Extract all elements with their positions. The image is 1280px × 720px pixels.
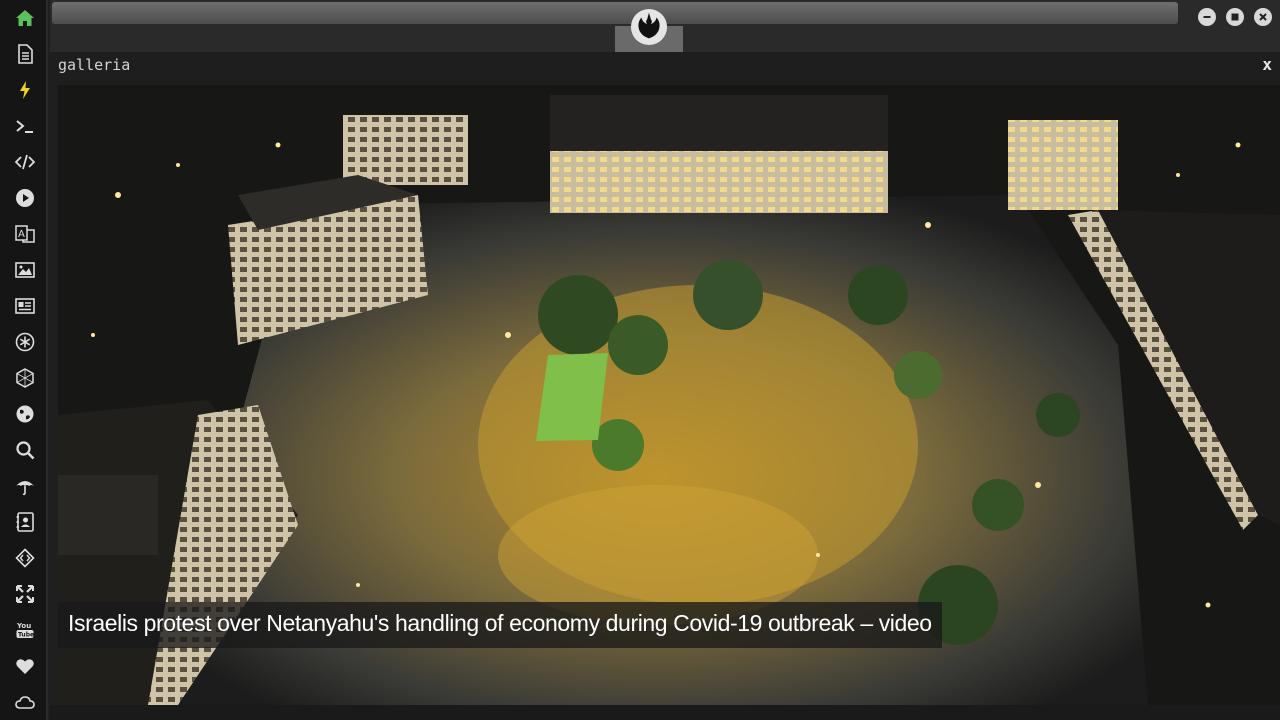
panel-title: galleria	[58, 56, 131, 74]
panel-close-button[interactable]: x	[1262, 55, 1272, 74]
sidebar: A You Tube	[0, 0, 48, 720]
close-icon[interactable]	[1254, 8, 1272, 26]
news-icon[interactable]	[12, 293, 38, 319]
umbrella-icon[interactable]	[12, 473, 38, 499]
play-icon[interactable]	[12, 185, 38, 211]
asterisk-icon[interactable]	[12, 329, 38, 355]
heart-icon[interactable]	[12, 653, 38, 679]
rebel-alliance-logo	[630, 8, 668, 46]
lightning-icon[interactable]	[12, 77, 38, 103]
terminal-icon[interactable]	[12, 113, 38, 139]
link-code-icon[interactable]	[12, 545, 38, 571]
expand-icon[interactable]	[12, 581, 38, 607]
top-bar	[50, 0, 1280, 52]
contact-icon[interactable]	[12, 509, 38, 535]
code-icon[interactable]	[12, 149, 38, 175]
bottom-strip	[50, 705, 1280, 720]
panel-header: galleria x	[50, 52, 1280, 84]
svg-text:A: A	[18, 229, 25, 240]
translate-icon[interactable]: A	[12, 221, 38, 247]
home-icon[interactable]	[12, 5, 38, 31]
svg-text:You: You	[16, 622, 31, 630]
image-icon[interactable]	[12, 257, 38, 283]
svg-text:Tube: Tube	[18, 632, 34, 639]
youtube-icon[interactable]: You Tube	[12, 617, 38, 643]
document-icon[interactable]	[12, 41, 38, 67]
hexagon-icon[interactable]	[12, 365, 38, 391]
maximize-icon[interactable]	[1226, 8, 1244, 26]
gallery-caption: Israelis protest over Netanyahu's handli…	[58, 602, 942, 648]
cloud-icon[interactable]	[12, 689, 38, 715]
minimize-icon[interactable]	[1198, 8, 1216, 26]
globe-icon[interactable]	[12, 401, 38, 427]
address-bar[interactable]	[52, 2, 1178, 24]
search-icon[interactable]	[12, 437, 38, 463]
